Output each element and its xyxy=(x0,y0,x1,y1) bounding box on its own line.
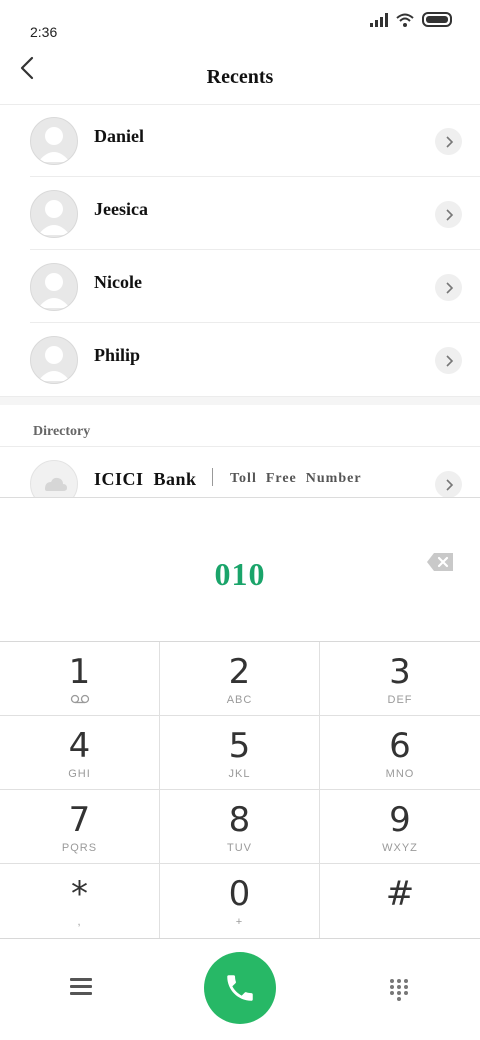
key-2[interactable]: 2 ABC xyxy=(160,642,320,716)
contact-name: Daniel xyxy=(94,126,145,146)
recents-list: Daniel Jeesica Nicole Philip xyxy=(0,104,480,396)
key-1[interactable]: 1 xyxy=(0,642,160,716)
header: Recents xyxy=(0,40,480,105)
key-letters: PQRS xyxy=(61,842,98,854)
chevron-right-icon[interactable] xyxy=(435,347,462,374)
keypad: 1 2 ABC 3 DEF 4 GHI 5 JKL 6 MNO 7 PQRS 8… xyxy=(0,641,480,939)
call-button[interactable] xyxy=(204,952,276,1024)
key-letters: , xyxy=(77,916,82,928)
contact-name: Philip xyxy=(94,345,141,365)
person-icon xyxy=(38,200,70,235)
battery-icon xyxy=(422,12,452,27)
key-digit: 1 xyxy=(68,652,91,692)
directory-label: Toll Free Number xyxy=(230,471,362,486)
status-bar: 2:36 xyxy=(0,0,480,40)
key-8[interactable]: 8 TUV xyxy=(160,790,320,864)
key-digit: 5 xyxy=(228,726,251,766)
backspace-icon[interactable] xyxy=(426,552,454,572)
avatar xyxy=(30,263,78,311)
list-item[interactable]: Jeesica xyxy=(0,177,480,250)
key-letters: ABC xyxy=(226,694,253,706)
dialpad-icon[interactable] xyxy=(389,978,409,1002)
key-5[interactable]: 5 JKL xyxy=(160,716,320,790)
key-0[interactable]: 0 + xyxy=(160,864,320,938)
status-time: 2:36 xyxy=(30,24,58,40)
key-digit: # xyxy=(385,874,415,914)
avatar xyxy=(30,460,78,497)
key-letters: + xyxy=(235,916,244,928)
contact-name: Jeesica xyxy=(94,199,148,219)
key-hash[interactable]: # xyxy=(320,864,480,938)
list-item[interactable]: Nicole xyxy=(0,250,480,323)
avatar xyxy=(30,190,78,238)
key-9[interactable]: 9 WXYZ xyxy=(320,790,480,864)
key-digit: 3 xyxy=(389,652,411,692)
list-item[interactable]: Philip xyxy=(0,323,480,396)
dialed-number: 010 xyxy=(214,556,266,592)
person-icon xyxy=(38,127,70,162)
avatar xyxy=(30,117,78,165)
person-icon xyxy=(38,346,70,381)
key-digit: 0 xyxy=(228,874,251,914)
key-6[interactable]: 6 MNO xyxy=(320,716,480,790)
section-title-directory: Directory xyxy=(33,424,91,439)
avatar xyxy=(30,336,78,384)
divider xyxy=(0,497,480,498)
key-letters: MNO xyxy=(385,768,415,780)
key-3[interactable]: 3 DEF xyxy=(320,642,480,716)
cloud-icon xyxy=(45,477,67,491)
key-4[interactable]: 4 GHI xyxy=(0,716,160,790)
key-digit: 7 xyxy=(68,800,91,840)
directory-item[interactable]: ICICI Bank Toll Free Number xyxy=(0,447,480,497)
key-star[interactable]: * , xyxy=(0,864,160,938)
menu-icon[interactable] xyxy=(70,978,92,996)
key-letters: TUV xyxy=(227,842,252,854)
key-letters: DEF xyxy=(387,694,413,706)
list-item[interactable]: Daniel xyxy=(0,104,480,177)
status-icons xyxy=(370,12,452,27)
key-7[interactable]: 7 PQRS xyxy=(0,790,160,864)
key-letters: JKL xyxy=(228,768,251,780)
section-gap xyxy=(0,396,480,405)
signal-icon xyxy=(370,12,388,27)
contact-name: Nicole xyxy=(94,272,142,292)
bottom-bar xyxy=(0,938,480,1040)
voicemail-icon xyxy=(70,694,90,704)
chevron-right-icon[interactable] xyxy=(435,274,462,301)
key-digit: 6 xyxy=(389,726,411,766)
chevron-right-icon[interactable] xyxy=(435,471,462,497)
chevron-right-icon[interactable] xyxy=(435,201,462,228)
key-digit: 8 xyxy=(228,800,251,840)
page-title: Recents xyxy=(206,66,274,88)
person-icon xyxy=(38,273,70,308)
key-digit: * xyxy=(71,874,88,914)
key-letters: GHI xyxy=(68,768,91,780)
key-digit: 2 xyxy=(228,652,251,692)
divider xyxy=(212,468,213,486)
directory-name: ICICI Bank xyxy=(94,469,197,489)
wifi-icon xyxy=(396,13,414,27)
key-digit: 9 xyxy=(389,800,411,840)
phone-icon xyxy=(227,975,253,1001)
key-digit: 4 xyxy=(68,726,91,766)
chevron-right-icon[interactable] xyxy=(435,128,462,155)
key-letters: WXYZ xyxy=(382,842,418,854)
